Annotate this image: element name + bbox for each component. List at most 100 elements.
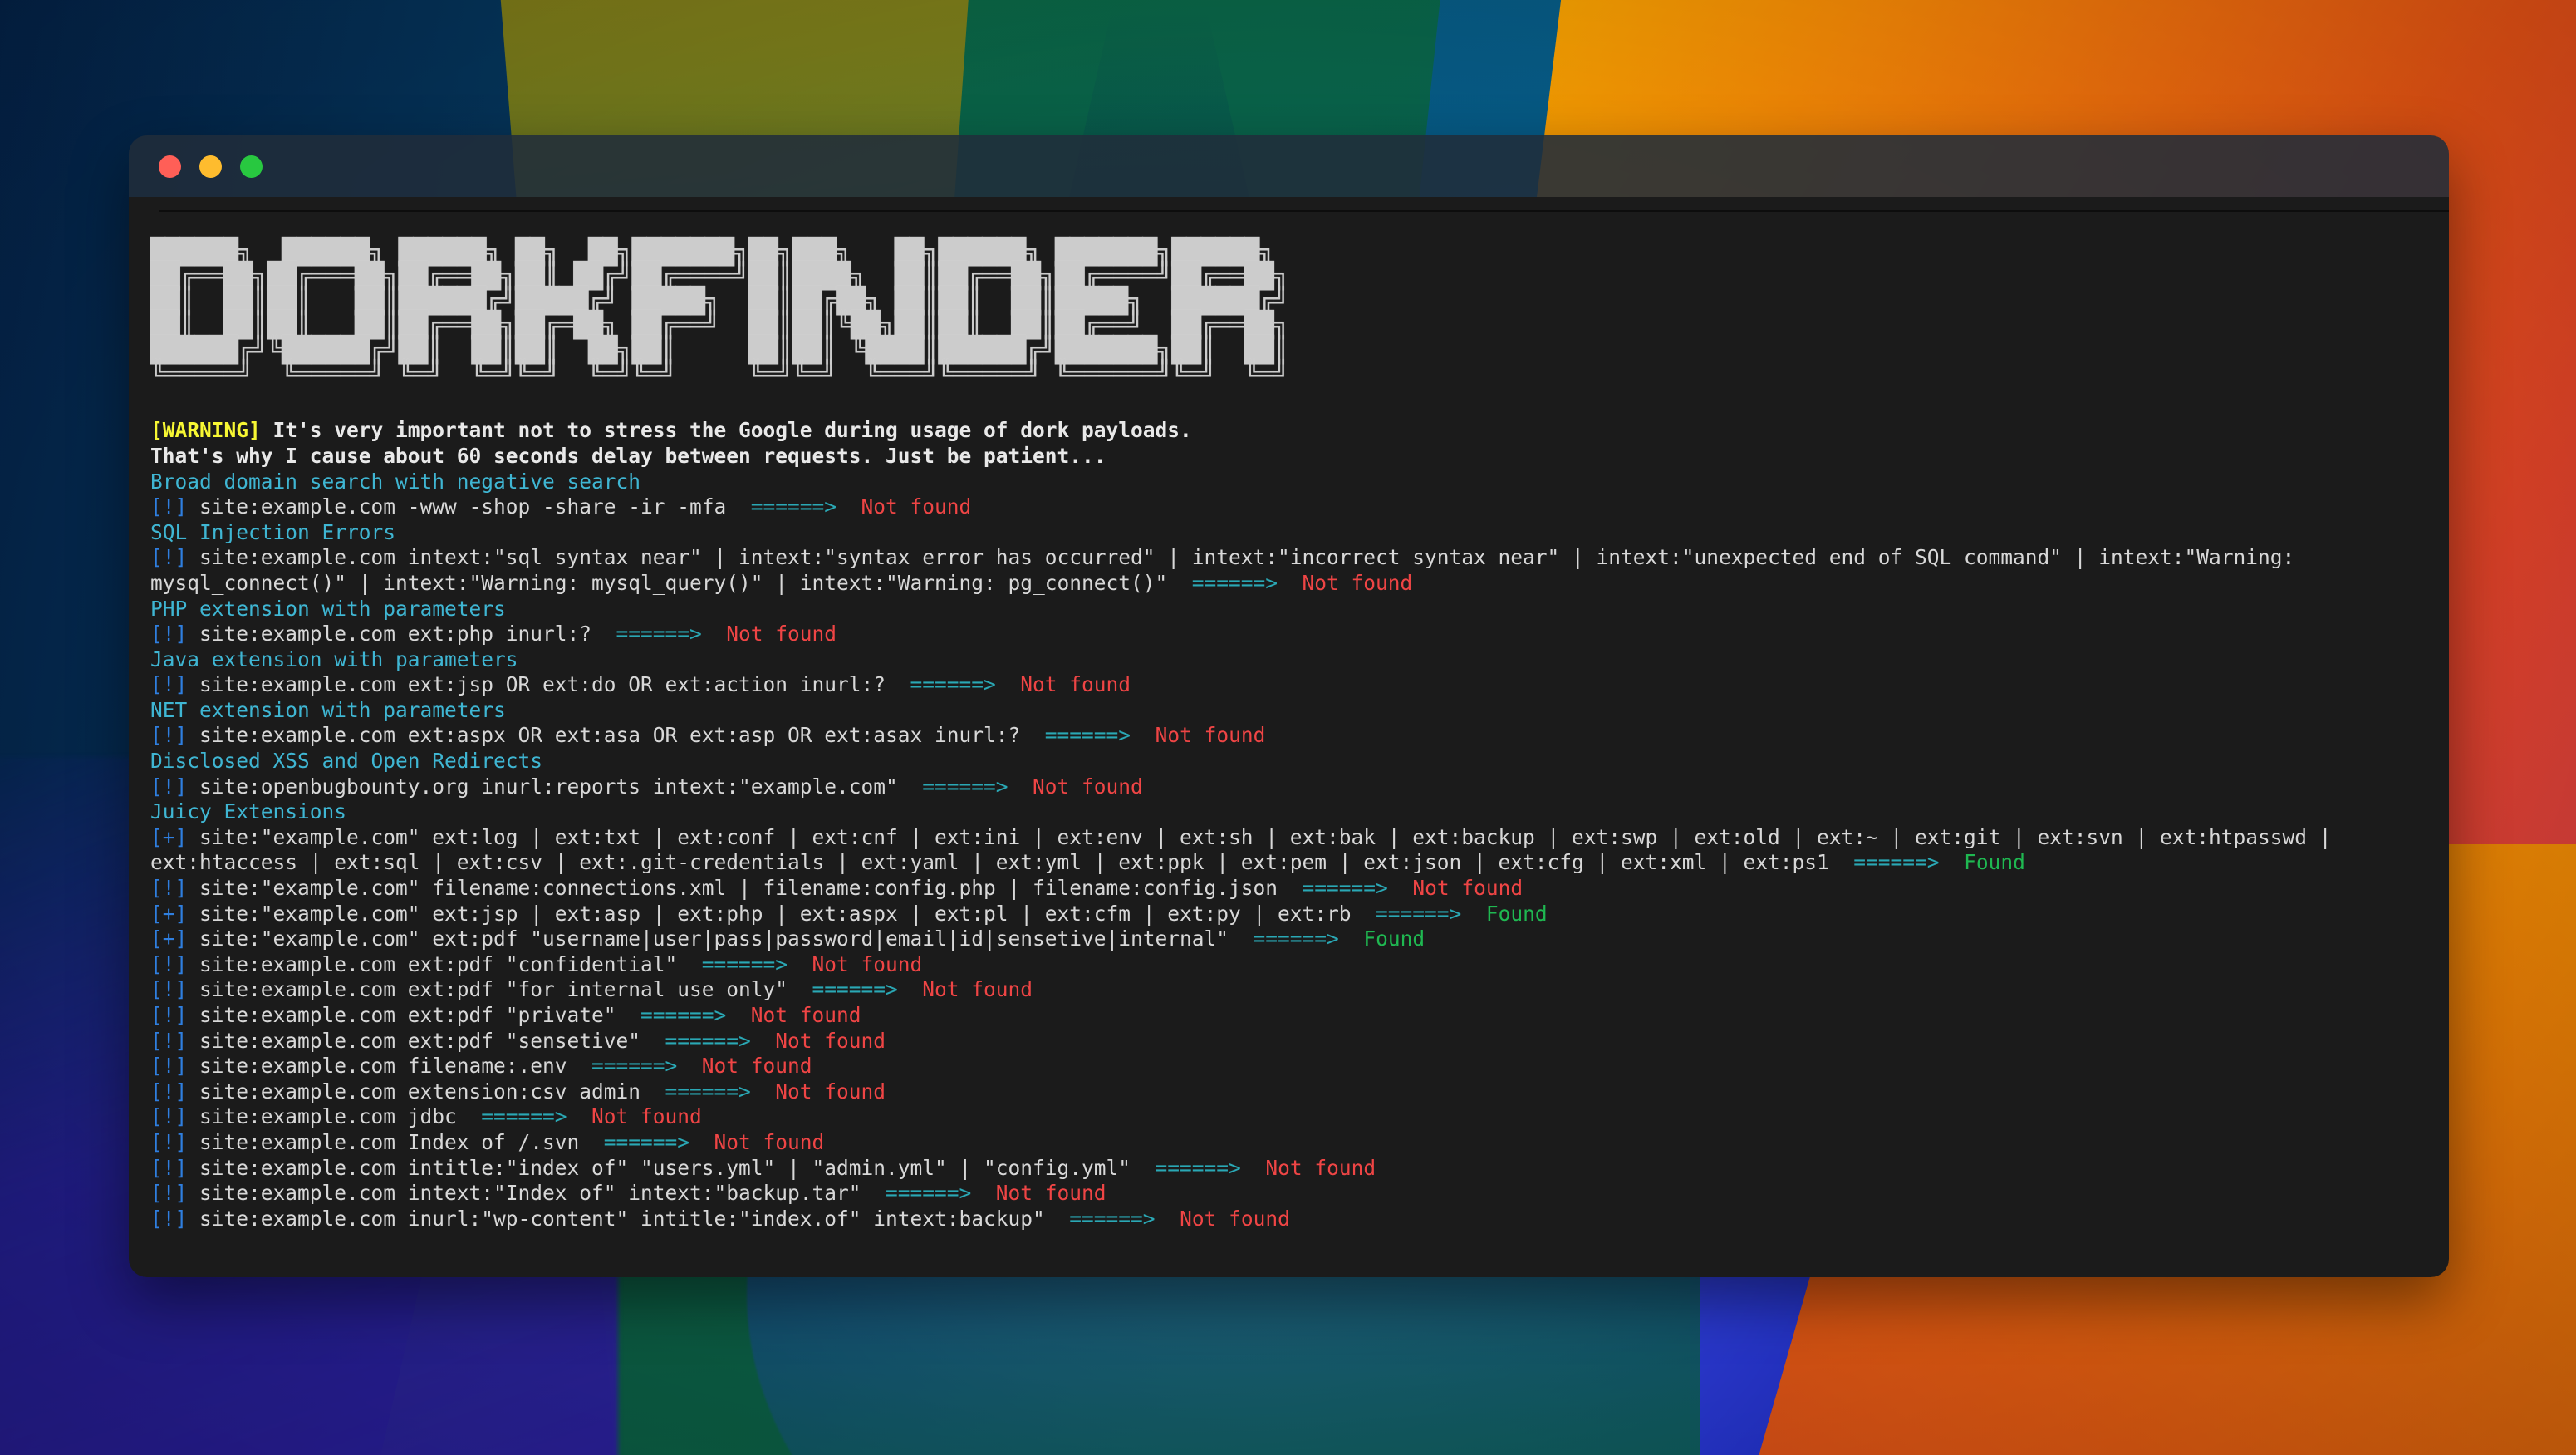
dork-query: site:example.com ext:jsp OR ext:do OR ex… [187,672,910,697]
dork-result-row: [+] site:"example.com" ext:pdf "username… [150,927,2449,952]
dork-query: site:example.com -www -shop -share -ir -… [187,494,751,519]
result-arrow: ======> [1853,850,1940,875]
result-marker: [!] [150,977,188,1002]
dork-query: site:example.com Index of /.svn [187,1129,604,1154]
dork-query: site:"example.com" ext:pdf "username|use… [187,927,1254,951]
dork-result-row: [!] site:"example.com" filename:connecti… [150,876,2449,902]
terminal-body[interactable]: ██████╗ ██████╗ ██████╗ ██╗ ██╗███████╗█… [129,197,2449,1277]
result-arrow: ======> [591,1054,678,1079]
warning-line-2: That's why I cause about 60 seconds dela… [150,444,2449,469]
dork-result-row: [!] site:example.com filename:.env =====… [150,1054,2449,1079]
dork-query: site:example.com ext:pdf "for internal u… [187,977,812,1002]
dork-result-row: [!] site:openbugbounty.org inurl:reports… [150,774,2449,800]
result-status: Not found [726,1003,861,1027]
result-status: Not found [1008,774,1143,799]
dork-query: site:example.com extension:csv admin [187,1079,665,1104]
result-status: Not found [567,1104,702,1129]
section-header-text: NET extension with parameters [150,697,506,722]
result-marker: [+] [150,927,188,951]
result-marker: [+] [150,824,188,849]
result-arrow: ======> [922,774,1008,799]
result-arrow: ======> [1302,876,1388,901]
terminal-console: ██████╗ ██████╗ ██████╗ ██╗ ██╗███████╗█… [129,222,2449,1277]
maximize-button[interactable] [240,155,263,178]
dork-result-row: [!] site:example.com ext:pdf "confidenti… [150,952,2449,978]
dork-result-row: [!] site:example.com -www -shop -share -… [150,494,2449,520]
terminal-window[interactable]: ██████╗ ██████╗ ██████╗ ██╗ ██╗███████╗█… [129,135,2449,1277]
result-status: Not found [750,1028,886,1053]
dork-result-row: [+] site:"example.com" ext:jsp | ext:asp… [150,902,2449,927]
dork-query: site:example.com filename:.env [187,1054,592,1079]
dork-result-row: [!] site:example.com intext:"Index of" i… [150,1181,2449,1207]
dork-result-row: [!] site:example.com extension:csv admin… [150,1079,2449,1105]
result-marker: [!] [150,494,188,519]
result-marker: [!] [150,1129,188,1154]
result-arrow: ======> [886,1181,972,1206]
result-status: Not found [837,494,972,519]
result-arrow: ======> [1253,927,1339,951]
warning-badge: [WARNING] [150,418,261,443]
dork-result-row: [!] site:example.com ext:php inurl:? ===… [150,622,2449,647]
result-arrow: ======> [1191,570,1278,595]
section-header: Juicy Extensions [150,799,2449,825]
dork-result-row: [!] site:example.com ext:pdf "sensetive"… [150,1029,2449,1054]
result-marker: [!] [150,876,188,901]
result-marker: [!] [150,951,188,976]
result-marker: [!] [150,1028,188,1053]
section-header-text: Broad domain search with negative search [150,469,641,494]
dork-result-row: [!] site:example.com ext:jsp OR ext:do O… [150,672,2449,698]
dork-query: site:example.com ext:pdf "private" [187,1003,641,1027]
result-arrow: ======> [481,1104,567,1129]
dork-query: site:example.com ext:pdf "sensetive" [187,1028,665,1053]
result-status: Found [1939,850,2025,875]
result-marker: [!] [150,723,188,748]
dork-query: site:"example.com" ext:jsp | ext:asp | e… [187,901,1376,926]
result-arrow: ======> [1069,1206,1156,1231]
result-arrow: ======> [603,1129,690,1154]
result-marker: [!] [150,1206,188,1231]
result-arrow: ======> [640,1003,727,1027]
dorkfinder-ascii-logo: ██████╗ ██████╗ ██████╗ ██╗ ██╗███████╗█… [150,238,1288,389]
result-marker: [!] [150,1003,188,1027]
dork-result-row: [!] site:example.com Index of /.svn ====… [150,1130,2449,1156]
section-header: PHP extension with parameters [150,597,2449,622]
result-marker: [!] [150,1155,188,1180]
section-header: Disclosed XSS and Open Redirects [150,749,2449,774]
result-status: Not found [1387,876,1524,901]
section-header: Java extension with parameters [150,647,2449,673]
dork-result-row: [+] site:"example.com" ext:log | ext:txt… [150,825,2449,876]
result-marker: [!] [150,622,188,646]
result-arrow: ======> [910,672,996,697]
result-marker: [!] [150,1079,188,1104]
section-header: SQL Injection Errors [150,520,2449,546]
result-arrow: ======> [1044,723,1131,748]
scan-output-log: [WARNING] It's very important not to str… [129,386,2449,1231]
result-marker: [!] [150,1181,188,1206]
dork-query: site:example.com ext:php inurl:? [187,622,616,646]
dork-query: site:example.com intitle:"index of" "use… [187,1155,1156,1180]
window-title-bar[interactable] [129,135,2449,197]
section-header: Broad domain search with negative search [150,469,2449,495]
terminal-top-rule [159,210,2449,212]
dork-result-row: [!] site:example.com ext:pdf "for intern… [150,977,2449,1003]
traffic-lights [159,155,263,178]
result-status: Not found [1240,1155,1376,1180]
result-status: Found [1461,901,1548,926]
result-arrow: ======> [616,622,702,646]
section-header-text: SQL Injection Errors [150,519,396,544]
warning-text-1: It's very important not to stress the Go… [260,418,1192,443]
dork-query: site:example.com ext:aspx OR ext:asa OR … [187,723,1045,748]
dork-result-row: [!] site:example.com ext:pdf "private" =… [150,1003,2449,1029]
warning-line-1: [WARNING] It's very important not to str… [150,418,2449,444]
section-header-text: Disclosed XSS and Open Redirects [150,749,543,774]
section-header-text: PHP extension with parameters [150,596,506,621]
warning-text-2: That's why I cause about 60 seconds dela… [150,443,1106,468]
result-marker: [!] [150,1104,188,1129]
result-arrow: ======> [1155,1155,1241,1180]
dork-result-row: [!] site:example.com ext:aspx OR ext:asa… [150,723,2449,749]
section-header-text: Java extension with parameters [150,646,518,671]
section-header: NET extension with parameters [150,698,2449,724]
result-status: Not found [750,1079,886,1104]
close-button[interactable] [159,155,181,178]
minimize-button[interactable] [199,155,222,178]
